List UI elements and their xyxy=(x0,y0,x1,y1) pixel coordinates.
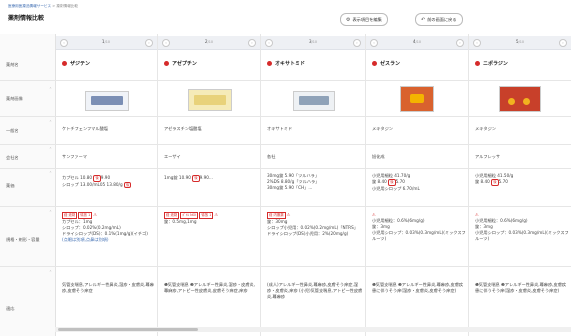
spec-info: ⚠ 小児用細粒：0.6%(6mg/g) 錠：3mg 小児用シロップ：0.03%(0.3… xyxy=(372,212,466,241)
drug-column: ‹ 4/10 › ゼスラン メキタジン 旭化成 小児用細粒 41.70/g 錠 8.4… xyxy=(366,34,469,336)
indication: ❶気管支喘息 ❷アレルギー性鼻炎,蕁麻疹,皮膚疾患に伴うそう痒(湿疹・皮膚炎,皮… xyxy=(475,282,567,293)
warning-icon: ⚠ xyxy=(93,212,98,217)
page-indicator: 3/10 xyxy=(308,40,318,45)
top-bar: 医療用医薬品情報サービス > 薬剤情報比較 薬剤情報比較 ⚙ 表示項目を編集 ↶ 前… xyxy=(0,0,571,35)
page-indicator: 4/10 xyxy=(412,40,422,45)
edit-display-items-button[interactable]: ⚙ 表示項目を編集 xyxy=(340,13,388,26)
scrollbar-thumb[interactable] xyxy=(58,328,198,331)
collapse-arrow-icon[interactable]: ⌃ xyxy=(49,210,52,214)
drug-marker-icon xyxy=(475,60,480,66)
prev-column-button[interactable]: ‹ xyxy=(473,39,481,47)
comparison-table: 薬剤名 薬剤画像 ⌃ 一般名 ⌃ 会社名 ⌃ 薬価 ⌃ 規格・剤形・容量 ⌃ 適… xyxy=(0,34,571,336)
breadcrumb-home-link[interactable]: 医療用医薬品情報サービス xyxy=(8,4,51,8)
column-pager: ‹ 4/10 › xyxy=(366,36,468,50)
next-column-button[interactable]: › xyxy=(248,39,256,47)
row-label-image: 薬剤画像 xyxy=(6,96,23,101)
collapse-arrow-icon[interactable]: ⌃ xyxy=(49,147,52,151)
drug-column: ‹ 5/10 › ニポラジン メキタジン アルフレッサ 小児用細粒 41.50/g 錠… xyxy=(469,34,571,336)
next-column-button[interactable]: › xyxy=(559,39,567,47)
prev-column-button[interactable]: ‹ xyxy=(265,39,273,47)
back-button-label: 前の画面に戻る xyxy=(427,17,457,22)
spec-info: 経 液剤 ﾎﾞﾄﾙ NOI 徐放 1 ⚠ 錠：0.5mg,1mg xyxy=(164,212,219,224)
company-name: アルフレッサ xyxy=(475,154,501,159)
drug-name[interactable]: ゼスラン xyxy=(372,60,400,67)
drug-name[interactable]: アゼプチン xyxy=(164,60,197,67)
drug-image[interactable] xyxy=(293,91,335,111)
row-label-price: 薬価 xyxy=(6,183,15,188)
indication: ❶気管支喘息 ❷アレルギー性鼻炎,蕁麻疹,皮膚疾患に伴うそう痒(湿疹・皮膚炎,皮… xyxy=(372,282,464,293)
collapse-arrow-icon[interactable]: ⌃ xyxy=(49,120,52,124)
gear-icon: ⚙ xyxy=(346,17,351,23)
company-name: サンファーマ xyxy=(62,154,87,159)
warning-icon: ⚠ xyxy=(372,212,376,217)
price-info: カプセル 10.80 後 9.90 シロップ 13.00/mL05 13.80/g … xyxy=(62,175,132,189)
price-info: 小児用細粒 41.70/g 錠 8.40 後 5.70 小児用シロップ 6.70/mL xyxy=(372,173,420,191)
price-info: 1mg錠 10.90 後 9.90... xyxy=(164,175,213,182)
spec-info: ⚠ 小児用細粒：0.6%(6mg/g) 錠：3mg 小児用シロップ：0.03%(0.3… xyxy=(475,212,569,241)
page-indicator: 5/10 xyxy=(515,40,525,45)
spec-info: 経 内服薬 ⚠ 錠：30mg シロップ小児用：0.02%(0.2mg/mL)「NTRS… xyxy=(267,212,358,236)
collapse-arrow-icon[interactable]: ⌃ xyxy=(49,87,52,91)
drug-marker-icon xyxy=(267,60,272,66)
collapse-arrow-icon[interactable]: ⌃ xyxy=(49,270,52,274)
column-pager: ‹ 2/10 › xyxy=(158,36,260,50)
drug-column: ‹ 3/10 › オキサトミド オキサトミド 各社 30mg錠 5.90「ツルハラ」… xyxy=(261,34,366,336)
warning-icon: ⚠ xyxy=(475,212,479,217)
horizontal-scrollbar[interactable] xyxy=(55,327,571,332)
row-label-drug-name: 薬剤名 xyxy=(6,62,19,67)
drug-name[interactable]: ニポラジン xyxy=(475,60,508,67)
company-name: 旭化成 xyxy=(372,154,385,159)
column-pager: ‹ 3/10 › xyxy=(261,36,365,50)
generic-name: アゼラスチン塩酸塩 xyxy=(164,126,202,131)
drug-marker-icon xyxy=(164,60,169,66)
drug-column: ‹ 2/10 › アゼプチン アゼラスチン塩酸塩 エーザイ 1mg錠 10.90 後… xyxy=(158,34,261,336)
drug-marker-icon xyxy=(372,60,377,66)
price-info: 小児用細粒 41.50/g 錠 8.40 後 5.70 xyxy=(475,173,514,186)
row-label-spec: 規格・剤形・容量 xyxy=(6,237,40,242)
indication: ❶気管支喘息 ❷アレルギー性鼻炎,湿疹・皮膚炎,蕁麻疹,アトピー性皮膚炎,皮膚そ… xyxy=(164,282,256,293)
row-label-generic: 一般名 xyxy=(6,128,19,133)
drug-column: ‹ 1/10 › ザジテン ケトチフェンフマル酸塩 サンファーマ カプセル 10.8… xyxy=(56,34,158,336)
generic-name: ケトチフェンフマル酸塩 xyxy=(62,126,108,131)
page-indicator: 2/10 xyxy=(204,40,214,45)
drug-image[interactable] xyxy=(400,86,434,112)
company-name: 各社 xyxy=(267,154,276,159)
breadcrumb-current: 薬剤情報比較 xyxy=(56,4,78,8)
drug-image[interactable] xyxy=(499,86,541,112)
back-arrow-icon: ↶ xyxy=(421,17,426,23)
drug-name[interactable]: オキサトミド xyxy=(267,60,305,67)
next-column-button[interactable]: › xyxy=(353,39,361,47)
collapse-arrow-icon[interactable]: ⌃ xyxy=(49,171,52,175)
next-column-button[interactable]: › xyxy=(456,39,464,47)
drug-marker-icon xyxy=(62,60,67,66)
indication: (成人)アレルギー性鼻炎,蕁麻疹,皮膚そう痒症,湿疹・皮膚炎,痒疹 (小児)気管… xyxy=(267,282,363,299)
prev-column-button[interactable]: ‹ xyxy=(162,39,170,47)
drug-image[interactable] xyxy=(188,89,232,111)
drug-name[interactable]: ザジテン xyxy=(62,60,90,67)
breadcrumb: 医療用医薬品情報サービス > 薬剤情報比較 xyxy=(8,4,78,9)
related-link[interactable]: (点眼は別項,点鼻は別項) xyxy=(62,237,108,242)
page-title: 薬剤情報比較 xyxy=(8,15,45,22)
prev-column-button[interactable]: ‹ xyxy=(60,39,68,47)
drug-image[interactable] xyxy=(85,91,129,111)
generic-name: メキタジン xyxy=(372,126,393,131)
edit-display-items-label: 表示項目を編集 xyxy=(352,17,382,22)
generic-name: オキサトミド xyxy=(267,126,293,131)
column-pager: ‹ 5/10 › xyxy=(469,36,571,50)
column-pager: ‹ 1/10 › xyxy=(56,36,157,50)
row-label-company: 会社名 xyxy=(6,155,19,160)
spec-info: 経 液剤 徐放 1 ⚠ カプセル：1mg シロップ：0.02%(0.2mg/mL) ドライ… xyxy=(62,212,148,242)
warning-icon: ⚠ xyxy=(214,212,219,217)
warning-icon: ⚠ xyxy=(286,212,291,217)
indication: 気管支喘息,アレルギー性鼻炎,湿疹・皮膚炎,蕁麻疹,皮膚そう痒症 xyxy=(62,282,154,293)
next-column-button[interactable]: › xyxy=(145,39,153,47)
prev-column-button[interactable]: ‹ xyxy=(370,39,378,47)
price-info: 30mg錠 5.90「ツルハラ」 2%DS 8.80/g「ツルハラ」 30mg錠 5… xyxy=(267,173,320,190)
row-label-indication: 適応 xyxy=(6,306,15,311)
company-name: エーザイ xyxy=(164,154,181,159)
page-indicator: 1/10 xyxy=(101,40,111,45)
generic-name: メキタジン xyxy=(475,126,496,131)
back-button[interactable]: ↶ 前の画面に戻る xyxy=(415,13,463,26)
